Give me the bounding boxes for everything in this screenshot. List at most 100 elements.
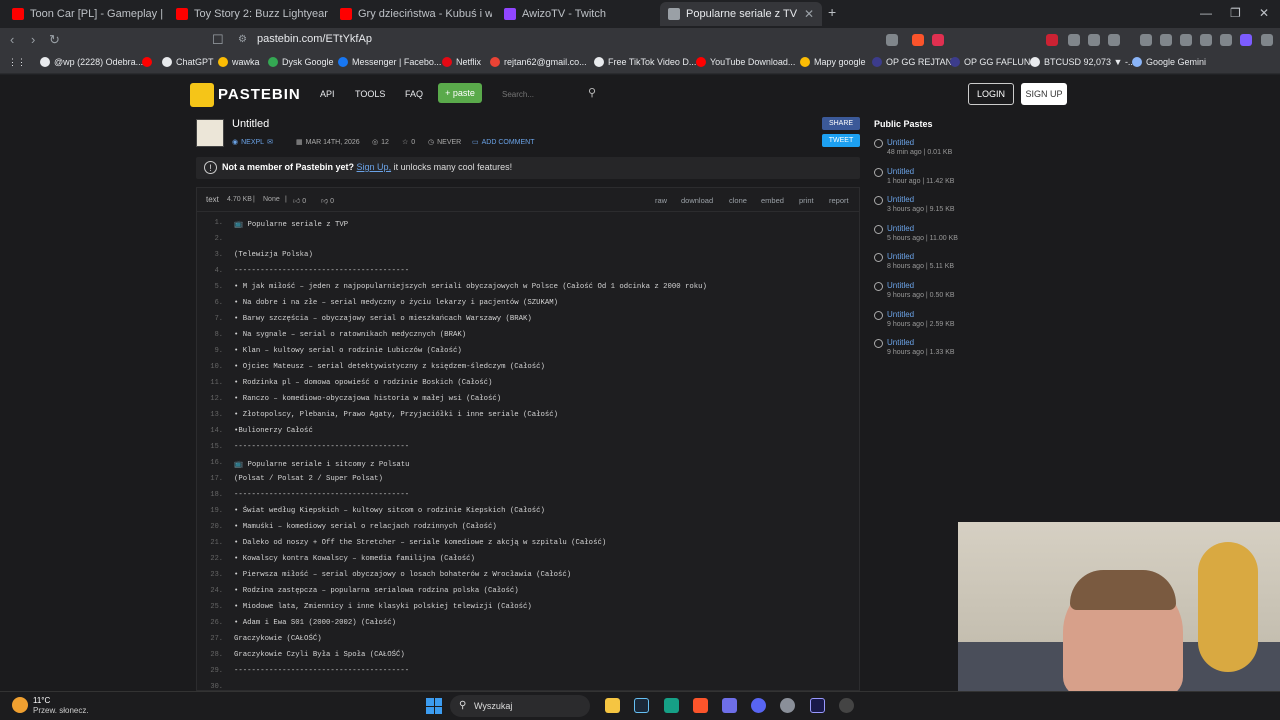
code-line-text[interactable]: ---------------------------------------- — [234, 443, 409, 451]
signup-button[interactable]: SIGN UP — [1021, 83, 1067, 105]
bookmark-icon[interactable]: ☐ — [212, 32, 224, 48]
code-line-text[interactable]: • Barwy szczęścia – obyczajowy serial o … — [234, 315, 532, 323]
menu-icon[interactable] — [1261, 34, 1273, 46]
code-line-text[interactable]: • M jak miłość – jeden z najpopularniejs… — [234, 283, 707, 291]
download-link[interactable]: download — [681, 196, 713, 205]
public-paste-item[interactable]: Untitled 9 hours ago | 0.50 KB — [874, 280, 994, 306]
report-link[interactable]: report — [829, 196, 849, 205]
back-icon[interactable]: ‹ — [10, 32, 14, 47]
code-line-text[interactable]: 📺 Popularne seriale i sitcomy z Polsatu — [234, 459, 409, 469]
code-line-text[interactable]: • Klan – kultowy serial o rodzinie Lubic… — [234, 347, 462, 355]
brave-shield-icon[interactable] — [912, 34, 924, 46]
dislike-button[interactable]: 👎︎ 0 — [321, 196, 334, 205]
search-icon[interactable]: ⚲ — [588, 86, 596, 99]
code-line-text[interactable]: • Ranczo – komediowo-obyczajowa historia… — [234, 395, 501, 403]
file-explorer-icon[interactable] — [605, 698, 620, 713]
windows-start-icon[interactable] — [426, 698, 442, 714]
forward-icon[interactable]: › — [31, 32, 35, 47]
extension-icon[interactable] — [1140, 34, 1152, 46]
tab-toon-car[interactable]: Toon Car [PL] - Gameplay | Bez Komentarz… — [4, 2, 164, 26]
bookmark-youtube[interactable] — [142, 57, 152, 67]
public-paste-item[interactable]: Untitled 48 min ago | 0.01 KB — [874, 137, 994, 163]
share-page-icon[interactable] — [886, 34, 898, 46]
code-line-text[interactable]: • Miodowe lata, Zmiennicy i inne klasyki… — [234, 603, 532, 611]
public-paste-title[interactable]: Untitled — [887, 338, 914, 347]
code-line-text[interactable]: • Daleko od noszy + Off the Stretcher – … — [234, 539, 606, 547]
tab-twitch[interactable]: AwizoTV - Twitch — [496, 2, 656, 26]
url-field[interactable]: pastebin.com/ETtYkfAp — [257, 33, 372, 45]
raw-link[interactable]: raw — [655, 196, 667, 205]
tab-pastebin[interactable]: Popularne seriale z TVP (Telewizja... ✕ — [660, 2, 822, 26]
code-line-text[interactable]: ---------------------------------------- — [234, 491, 409, 499]
bookmark-drive[interactable]: Dysk Google — [268, 57, 334, 67]
extension-icon[interactable] — [1088, 34, 1100, 46]
new-tab-button[interactable]: + — [828, 4, 836, 20]
code-line-text[interactable]: Graczykowie (CAŁOŚĆ) — [234, 635, 322, 643]
nav-api[interactable]: API — [320, 89, 335, 99]
code-line-text[interactable]: (Telewizja Polska) — [234, 251, 313, 259]
bookmark-maps[interactable]: Mapy google — [800, 57, 866, 67]
maximize-button[interactable]: ❐ — [1230, 6, 1241, 20]
site-logo[interactable]: PASTEBIN — [218, 86, 301, 103]
public-paste-item[interactable]: Untitled 5 hours ago | 11.00 KB — [874, 223, 994, 249]
public-paste-title[interactable]: Untitled — [887, 281, 914, 290]
extension-icon[interactable] — [1108, 34, 1120, 46]
new-paste-button[interactable]: + paste — [438, 83, 482, 103]
bookmark-chatgpt[interactable]: ChatGPT — [162, 57, 214, 67]
code-line-text[interactable]: ---------------------------------------- — [234, 267, 409, 275]
code-line-text[interactable]: • Kowalscy kontra Kowalscy – komedia fam… — [234, 555, 475, 563]
syntax-label[interactable]: text — [206, 195, 219, 204]
public-paste-item[interactable]: Untitled 1 hour ago | 11.42 KB — [874, 166, 994, 192]
search-input[interactable] — [502, 86, 602, 102]
bookmark-opgg-faflun[interactable]: OP GG FAFLUN — [950, 57, 1030, 67]
code-line-text[interactable]: Graczykowie Czyli Była i Społa (CAŁOŚĆ) — [234, 651, 405, 659]
steam-icon[interactable] — [634, 698, 649, 713]
login-button[interactable]: LOGIN — [968, 83, 1014, 105]
public-paste-title[interactable]: Untitled — [887, 195, 914, 204]
code-line-text[interactable]: •Bulionerzy Całość — [234, 427, 313, 435]
nav-tools[interactable]: TOOLS — [355, 89, 385, 99]
code-line-text[interactable]: • Świat według Kiepskich – kultowy sitco… — [234, 507, 545, 515]
extension-icon[interactable] — [1200, 34, 1212, 46]
add-comment-link[interactable]: ▭ ADD COMMENT — [472, 138, 535, 147]
extension-icon[interactable] — [1068, 34, 1080, 46]
app-icon[interactable] — [664, 698, 679, 713]
code-line-text[interactable]: • Na sygnale – serial o ratownikach medy… — [234, 331, 466, 339]
bookmark-tiktok[interactable]: Free TikTok Video D... — [594, 57, 696, 67]
bookmark-opgg-rejtan[interactable]: OP GG REJTAN — [872, 57, 952, 67]
code-line-text[interactable]: • Rodzina zastępcza – popularna serialow… — [234, 587, 519, 595]
print-link[interactable]: print — [799, 196, 814, 205]
public-paste-title[interactable]: Untitled — [887, 252, 914, 261]
settings-icon[interactable] — [780, 698, 795, 713]
public-paste-item[interactable]: Untitled 3 hours ago | 9.15 KB — [874, 194, 994, 220]
reload-icon[interactable]: ↻ — [49, 32, 60, 48]
public-paste-title[interactable]: Untitled — [887, 138, 914, 147]
bookmark-btcusd[interactable]: BTCUSD 92,073 ▼ -... — [1030, 57, 1135, 67]
weather-desc[interactable]: Przew. słonecz. — [33, 706, 89, 715]
bookmark-gemini[interactable]: Google Gemini — [1132, 57, 1206, 67]
public-paste-item[interactable]: Untitled 8 hours ago | 5.11 KB — [874, 251, 994, 277]
close-tab-icon[interactable]: ✕ — [804, 7, 814, 21]
paste-author[interactable]: ◉ NEXPL ✉ — [232, 138, 273, 147]
taskbar-search[interactable]: ⚲ Wyszukaj — [450, 695, 590, 717]
avatar[interactable] — [196, 119, 224, 147]
premiere-pro-icon[interactable] — [810, 698, 825, 713]
sun-icon[interactable] — [12, 697, 28, 713]
sidebar-toggle-icon[interactable] — [1160, 34, 1172, 46]
embed-link[interactable]: embed — [761, 196, 784, 205]
tab-toy-story[interactable]: Toy Story 2: Buzz Lightyear to the Rescu… — [168, 2, 328, 26]
like-button[interactable]: 👍︎ 0 — [293, 196, 306, 205]
bookmark-wp[interactable]: @wp (2228) Odebra... — [40, 57, 143, 67]
public-paste-item[interactable]: Untitled 9 hours ago | 1.33 KB — [874, 337, 994, 363]
bookmark-messenger[interactable]: Messenger | Facebo... — [338, 57, 441, 67]
public-paste-title[interactable]: Untitled — [887, 224, 914, 233]
extension-icon[interactable] — [1220, 34, 1232, 46]
bookmark-wawka[interactable]: wawka — [218, 57, 260, 67]
paste-stars[interactable]: ☆ 0 — [402, 138, 415, 147]
app-icon[interactable] — [839, 698, 854, 713]
ai-icon[interactable] — [1240, 34, 1252, 46]
bookmark-ytdownload[interactable]: YouTube Download... — [696, 57, 795, 67]
site-info-icon[interactable]: ⚙ — [238, 34, 247, 45]
code-line-text[interactable]: • Ojciec Mateusz – serial detektywistycz… — [234, 363, 545, 371]
code-line-text[interactable]: • Adam i Ewa S01 (2000-2002) (Całość) — [234, 619, 396, 627]
